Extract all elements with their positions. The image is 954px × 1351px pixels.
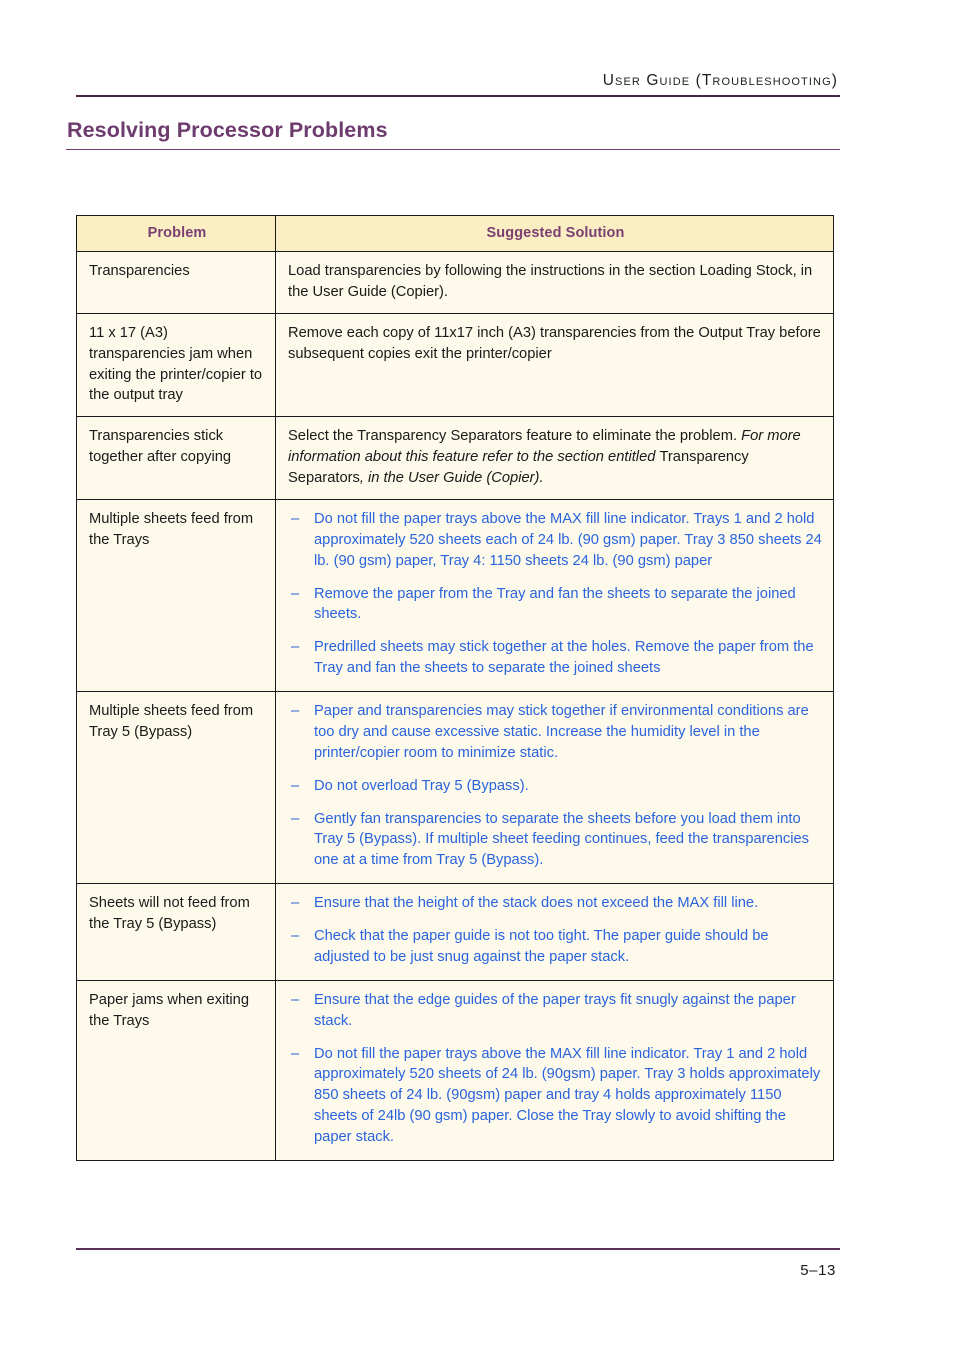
solution-bullet-item: – Paper and transparencies may stick toge…	[288, 701, 823, 764]
table-row: Sheets will not feed from the Tray 5 (By…	[76, 883, 834, 981]
problem-cell: Multiple sheets feed from Tray 5 (Bypass…	[76, 690, 276, 885]
solution-paragraph: Load transparencies by following the ins…	[288, 261, 823, 303]
table-header-row: Problem Suggested Solution	[76, 215, 834, 252]
solution-bullet-text: Predrilled sheets may stick together at …	[314, 639, 814, 677]
solution-bullet-text: Remove the paper from the Tray and fan t…	[314, 585, 796, 623]
page-footer: 5–13	[76, 1248, 840, 1279]
solution-bullet-item: – Ensure that the height of the stack doe…	[288, 893, 823, 914]
solution-cell: – Ensure that the edge guides of the pape…	[275, 979, 834, 1161]
solution-text: Select the Transparency Separators featu…	[288, 428, 742, 445]
solution-bullet-item: – Remove the paper from the Tray and fan …	[288, 584, 823, 626]
solution-cell: – Paper and transparencies may stick toge…	[275, 690, 834, 885]
bullet-dash-icon: –	[291, 703, 300, 719]
page-title: Resolving Processor Problems	[67, 118, 388, 142]
column-header-problem: Problem	[76, 215, 276, 252]
solution-bullet-list: – Do not fill the paper trays above the M…	[288, 509, 823, 679]
solution-paragraph: Remove each copy of 11x17 inch (A3) tran…	[288, 323, 823, 365]
solution-bullet-list: – Paper and transparencies may stick toge…	[288, 701, 823, 871]
troubleshooting-table: Problem Suggested Solution Transparencie…	[76, 215, 834, 1161]
table-header: Problem Suggested Solution	[76, 215, 834, 252]
troubleshooting-table-wrapper: Problem Suggested Solution Transparencie…	[76, 215, 834, 1161]
bullet-dash-icon: –	[291, 810, 300, 827]
document-page: User Guide (Troubleshooting) Resolving P…	[0, 0, 954, 1351]
solution-bullet-text: Ensure that the edge guides of the paper…	[314, 991, 796, 1029]
table-row: Paper jams when exiting the Trays – Ensure…	[76, 979, 834, 1161]
bullet-dash-icon: –	[291, 928, 300, 944]
problem-cell: Sheets will not feed from the Tray 5 (By…	[76, 883, 276, 981]
solution-bullet-list: – Ensure that the height of the stack doe…	[288, 893, 823, 968]
bullet-dash-icon: –	[291, 639, 300, 656]
problem-cell: Paper jams when exiting the Trays	[76, 979, 276, 1161]
problem-cell: Multiple sheets feed from the Trays	[76, 498, 276, 693]
solution-bullet-text: Gently fan transparencies to separate th…	[314, 810, 810, 869]
solution-cell: Select the Transparency Separators featu…	[275, 416, 834, 500]
section-heading: Resolving Processor Problems	[66, 118, 840, 151]
solution-text: Remove each copy of 11x17 inch (A3) tran…	[288, 324, 821, 362]
problem-cell: Transparencies stick together after copy…	[76, 416, 276, 500]
solution-bullet-item: – Do not fill the paper trays above the M…	[288, 509, 823, 572]
bullet-dash-icon: –	[291, 895, 300, 912]
table-row: Multiple sheets feed from the Trays – Do n…	[76, 498, 834, 693]
table-row: Multiple sheets feed from Tray 5 (Bypass…	[76, 690, 834, 885]
bullet-dash-icon: –	[291, 777, 300, 794]
bullet-dash-icon: –	[291, 585, 300, 602]
table-body: Transparencies Load transparencies by fol…	[76, 251, 834, 1161]
solution-bullet-list: – Ensure that the edge guides of the pape…	[288, 990, 823, 1148]
problem-cell: Transparencies	[76, 251, 276, 314]
running-header: User Guide (Troubleshooting)	[76, 72, 840, 98]
header-rule	[76, 95, 840, 98]
running-header-text: User Guide (Troubleshooting)	[602, 72, 838, 89]
solution-bullet-item: – Predrilled sheets may stick together at…	[288, 637, 823, 679]
table-row: 11 x 17 (A3) transparencies jam when exi…	[76, 312, 834, 418]
solution-bullet-text: Paper and transparencies may stick toget…	[314, 703, 809, 761]
title-rule	[66, 148, 840, 151]
solution-text: Load transparencies by following the ins…	[288, 263, 813, 300]
table-row: Transparencies stick together after copy…	[76, 416, 834, 500]
solution-cell: Remove each copy of 11x17 inch (A3) tran…	[275, 312, 834, 418]
solution-paragraph: Select the Transparency Separators featu…	[288, 426, 823, 489]
solution-bullet-item: – Gently fan transparencies to separate t…	[288, 809, 823, 872]
bullet-dash-icon: –	[291, 510, 300, 527]
solution-bullet-text: Ensure that the height of the stack does…	[314, 895, 759, 912]
solution-bullet-text: Check that the paper guide is not too ti…	[314, 928, 769, 965]
solution-bullet-item: – Ensure that the edge guides of the pape…	[288, 990, 823, 1032]
problem-cell: 11 x 17 (A3) transparencies jam when exi…	[76, 312, 276, 418]
solution-bullet-item: – Do not fill the paper trays above the M…	[288, 1044, 823, 1148]
solution-cell: – Do not fill the paper trays above the M…	[275, 498, 834, 693]
table-row: Transparencies Load transparencies by fol…	[76, 251, 834, 314]
solution-bullet-text: Do not fill the paper trays above the MA…	[314, 1045, 821, 1146]
solution-cell: Load transparencies by following the ins…	[275, 251, 834, 314]
solution-cell: – Ensure that the height of the stack doe…	[275, 883, 834, 981]
footer-rule	[76, 1248, 840, 1250]
solution-bullet-item: – Check that the paper guide is not too t…	[288, 926, 823, 968]
solution-bullet-item: – Do not overload Tray 5 (Bypass).	[288, 776, 823, 797]
solution-bullet-text: Do not overload Tray 5 (Bypass).	[314, 777, 529, 794]
bullet-dash-icon: –	[291, 1045, 300, 1062]
column-header-suggested-solution: Suggested Solution	[275, 215, 834, 252]
bullet-dash-icon: –	[291, 991, 300, 1008]
solution-text-italic: , in the User Guide (Copier).	[359, 470, 544, 486]
page-number: 5–13	[800, 1261, 836, 1279]
solution-bullet-text: Do not fill the paper trays above the MA…	[314, 510, 822, 569]
